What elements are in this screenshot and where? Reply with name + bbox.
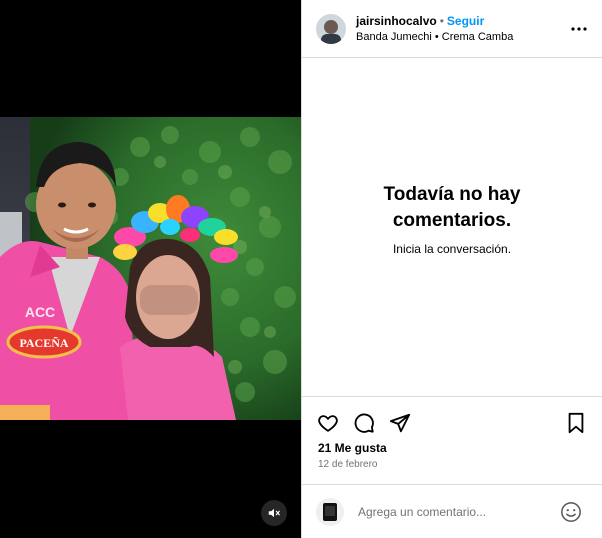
- likes-count[interactable]: 21 Me gusta: [318, 441, 387, 455]
- post-date[interactable]: 12 de febrero: [318, 459, 378, 470]
- media-pane: PACEÑA ACC: [0, 0, 301, 538]
- post-header: jairsinhocalvo • Seguir Banda Jumechi • Cr…: [302, 0, 602, 58]
- emoji-icon: [561, 502, 581, 522]
- save-button[interactable]: [564, 411, 588, 435]
- more-options-button[interactable]: [570, 20, 588, 38]
- comment-composer: [302, 484, 602, 538]
- follow-button[interactable]: Seguir: [447, 14, 484, 28]
- separator-dot: •: [439, 13, 444, 28]
- empty-comments: Todavía no hay comentarios. Inicia la co…: [302, 182, 602, 256]
- jersey-brand-text: PACEÑA: [19, 336, 68, 350]
- action-icons-row: [316, 411, 588, 435]
- mute-toggle-button[interactable]: [261, 500, 287, 526]
- post-photo[interactable]: PACEÑA ACC: [0, 117, 301, 420]
- username-link[interactable]: jairsinhocalvo: [356, 14, 437, 28]
- action-section: 21 Me gusta 12 de febrero: [302, 396, 602, 496]
- avatar: [316, 497, 344, 526]
- comment-button[interactable]: [352, 411, 376, 435]
- more-options-icon: [571, 27, 587, 31]
- paper-plane-icon: [389, 413, 411, 433]
- bookmark-icon: [568, 412, 584, 434]
- share-button[interactable]: [388, 411, 412, 435]
- like-button[interactable]: [316, 411, 340, 435]
- speaker-muted-icon: [268, 508, 280, 518]
- comment-input[interactable]: [358, 504, 558, 519]
- heart-icon: [318, 415, 338, 432]
- header-text: jairsinhocalvo • Seguir Banda Jumechi • Cr…: [356, 13, 513, 45]
- post-modal: PACEÑA ACC jairsinhocalvo • Seguir Banda…: [0, 0, 602, 538]
- comment-icon: [354, 413, 374, 433]
- jersey-sponsor-text: ACC: [25, 304, 55, 320]
- empty-comments-subtitle: Inicia la conversación.: [392, 242, 512, 256]
- emoji-button[interactable]: [560, 501, 582, 523]
- avatar[interactable]: [316, 13, 346, 44]
- details-panel: jairsinhocalvo • Seguir Banda Jumechi • Cr…: [301, 0, 602, 538]
- audio-subtitle[interactable]: Banda Jumechi • Crema Camba: [356, 29, 513, 45]
- empty-comments-title: Todavía no hay comentarios.: [383, 184, 521, 231]
